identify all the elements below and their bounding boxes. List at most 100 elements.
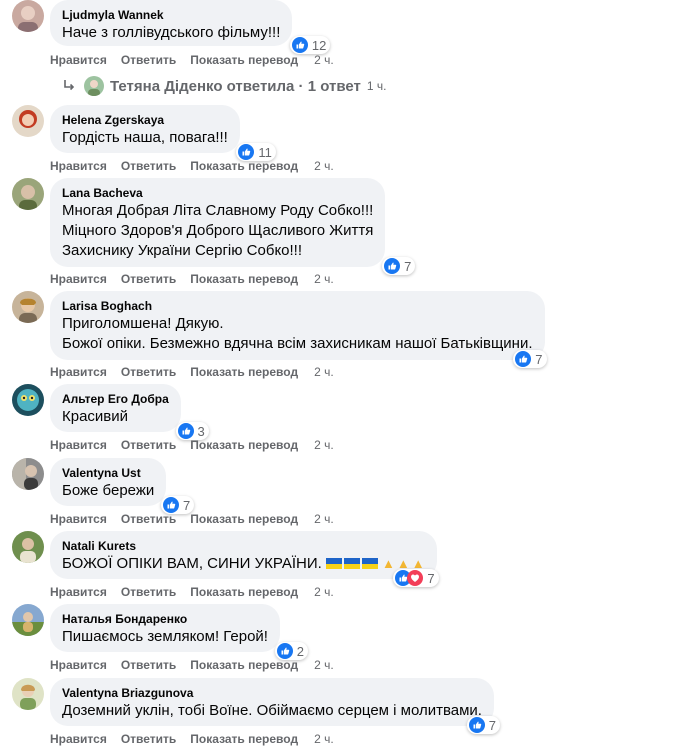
comment-text: Красивий [62, 408, 129, 425]
comment-time[interactable]: 2 ч. [314, 365, 334, 379]
like-reaction-icon [276, 643, 293, 659]
flag-ukraine-icon [343, 558, 360, 569]
comment-author[interactable]: Helena Zgerskaya [62, 112, 228, 128]
translate-button[interactable]: Показать перевод [190, 585, 298, 599]
like-button[interactable]: Нравится [50, 658, 107, 672]
comment-text: Многая Добрая Літа Славному Роду Собко!!… [62, 202, 374, 219]
comment-actions: Нравится Ответить Показать перевод 2 ч. [50, 272, 348, 286]
reply-button[interactable]: Ответить [121, 272, 176, 286]
comment-text: Приголомшена! Дякую. [62, 315, 224, 332]
translate-button[interactable]: Показать перевод [190, 159, 298, 173]
replies-link[interactable]: Тетяна Діденко ответила · 1 ответ [110, 78, 361, 95]
comment-time[interactable]: 2 ч. [314, 53, 334, 67]
comment-author[interactable]: Larisa Boghach [62, 298, 533, 314]
flag-ukraine-icon [361, 558, 378, 569]
like-reaction-icon [468, 717, 485, 733]
like-button[interactable]: Нравится [50, 438, 107, 452]
translate-button[interactable]: Показать перевод [190, 365, 298, 379]
translate-button[interactable]: Показать перевод [190, 272, 298, 286]
translate-button[interactable]: Показать перевод [190, 732, 298, 746]
comment-actions: Нравится Ответить Показать перевод 2 ч. [50, 512, 348, 526]
reaction-summary[interactable]: 7 [393, 569, 439, 587]
love-reaction-icon [407, 570, 424, 586]
translate-button[interactable]: Показать перевод [190, 438, 298, 452]
comment-text: Пишаємось земляком! Герой! [62, 628, 268, 645]
reply-button[interactable]: Ответить [121, 53, 176, 67]
reply-button[interactable]: Ответить [121, 512, 176, 526]
comment-text-content: БОЖОЇ ОПІКИ ВАМ, СИНИ УКРАЇНИ. [62, 555, 322, 572]
reply-button[interactable]: Ответить [121, 732, 176, 746]
comment-bubble: Larisa Boghach Приголомшена! Дякую. Божо… [50, 291, 547, 368]
like-button[interactable]: Нравится [50, 732, 107, 746]
like-button[interactable]: Нравится [50, 585, 107, 599]
like-reaction-icon [291, 37, 308, 53]
comment-time[interactable]: 2 ч. [314, 658, 334, 672]
comment-author[interactable]: Lana Bacheva [62, 185, 373, 201]
comment-bubble: Lana Bacheva Многая Добрая Літа Славному… [50, 178, 416, 275]
avatar[interactable] [12, 604, 44, 636]
like-reaction-icon [515, 351, 532, 367]
comment-text: Гордість наша, повага!!! [62, 129, 228, 146]
comment-bubble: Valentyna Ust Боже бережи 7 [50, 458, 195, 514]
comment-time[interactable]: 2 ч. [314, 512, 334, 526]
comment-text: Міцного Здоров'я Доброго Щасливого Життя [62, 222, 374, 239]
reaction-count: 7 [183, 497, 191, 513]
avatar[interactable] [12, 178, 44, 210]
like-button[interactable]: Нравится [50, 159, 107, 173]
translate-button[interactable]: Показать перевод [190, 658, 298, 672]
reaction-count: 2 [296, 643, 304, 659]
comment-time[interactable]: 2 ч. [314, 732, 334, 746]
comment-actions: Нравится Ответить Показать перевод 2 ч. [50, 365, 348, 379]
comment-time[interactable]: 2 ч. [314, 159, 334, 173]
reaction-count: 3 [197, 423, 205, 439]
comment-author[interactable]: Ljudmyla Wannek [62, 7, 280, 23]
comment-author[interactable]: Наталья Бондаренко [62, 611, 268, 627]
avatar[interactable] [12, 678, 44, 710]
avatar[interactable] [12, 458, 44, 490]
reaction-count: 7 [404, 258, 412, 274]
like-button[interactable]: Нравится [50, 512, 107, 526]
avatar[interactable] [12, 105, 44, 137]
comment-author[interactable]: Valentyna Briazgunova [62, 685, 482, 701]
avatar[interactable] [12, 291, 44, 323]
comment-bubble: Альтер Его Добра Красивий 3 [50, 384, 209, 440]
reply-button[interactable]: Ответить [121, 585, 176, 599]
comment-text: Наче з голлівудського фільму!!! [62, 24, 281, 41]
avatar[interactable] [12, 0, 44, 32]
reaction-count: 11 [258, 144, 272, 160]
comment-actions: Нравится Ответить Показать перевод 2 ч. [50, 438, 348, 452]
reply-button[interactable]: Ответить [121, 365, 176, 379]
like-button[interactable]: Нравится [50, 365, 107, 379]
translate-button[interactable]: Показать перевод [190, 512, 298, 526]
comment-text: Захиснику України Сергію Собко!!! [62, 242, 303, 259]
avatar[interactable] [12, 531, 44, 563]
like-reaction-icon [163, 497, 180, 513]
reaction-summary[interactable]: 7 [513, 350, 547, 368]
reply-button[interactable]: Ответить [121, 438, 176, 452]
comment-actions: Нравится Ответить Показать перевод 2 ч. [50, 732, 348, 746]
reaction-count: 7 [535, 351, 543, 367]
avatar[interactable] [12, 384, 44, 416]
comment-text: Божої опіки. Безмежно вдячна всім захисн… [62, 335, 533, 352]
comment-time[interactable]: 2 ч. [314, 438, 334, 452]
comment-time[interactable]: 2 ч. [314, 272, 334, 286]
like-reaction-icon [238, 144, 255, 160]
reaction-summary[interactable]: 12 [289, 36, 331, 54]
like-button[interactable]: Нравится [50, 53, 107, 67]
translate-button[interactable]: Показать перевод [190, 53, 298, 67]
comment-actions: Нравится Ответить Показать перевод 2 ч. [50, 658, 348, 672]
comment-author[interactable]: Альтер Его Добра [62, 391, 169, 407]
like-button[interactable]: Нравится [50, 272, 107, 286]
reaction-summary[interactable]: 7 [466, 716, 500, 734]
reaction-summary[interactable]: 7 [382, 257, 416, 275]
reply-time: 1 ч. [366, 79, 387, 93]
comment-author[interactable]: Natali Kurets [62, 538, 425, 554]
reply-button[interactable]: Ответить [121, 159, 176, 173]
comment-text: БОЖОЇ ОПІКИ ВАМ, СИНИ УКРАЇНИ. ▲ ▲ ▲ [62, 554, 425, 574]
comment-text: Боже бережи [62, 482, 155, 499]
comment-time[interactable]: 2 ч. [314, 585, 334, 599]
comment-author[interactable]: Valentyna Ust [62, 465, 154, 481]
reaction-count: 12 [311, 37, 327, 53]
replies-summary[interactable]: Тетяна Діденко ответила · 1 ответ 1 ч. [62, 74, 386, 98]
reply-button[interactable]: Ответить [121, 658, 176, 672]
